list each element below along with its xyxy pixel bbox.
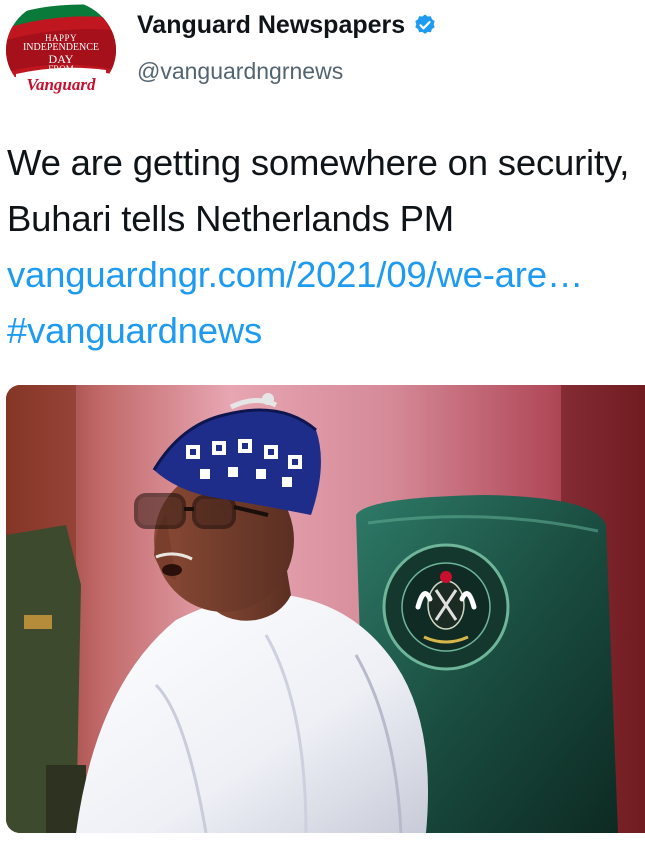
tweet-link[interactable]: vanguardngr.com/2021/09/we-are… <box>7 254 583 295</box>
tweet-photo[interactable] <box>6 385 645 833</box>
tweet-text: We are getting somewhere on security, Bu… <box>7 135 639 359</box>
profile-avatar[interactable]: HAPPY INDEPENDENCE DAY FROM Vanguard <box>6 0 116 100</box>
verified-badge-icon <box>413 13 437 37</box>
tweet-hashtag[interactable]: #vanguardnews <box>7 310 262 351</box>
photo-illustration <box>6 385 645 833</box>
tweet-body-text: We are getting somewhere on security, Bu… <box>7 142 630 239</box>
tweet-card[interactable]: HAPPY INDEPENDENCE DAY FROM Vanguard Van… <box>0 0 645 853</box>
avatar-brand-logo: Vanguard <box>26 75 96 94</box>
author-handle[interactable]: @vanguardngrnews <box>137 58 343 85</box>
author-display-name[interactable]: Vanguard Newspapers <box>137 11 405 40</box>
avatar-text-from: FROM <box>48 64 74 74</box>
author-name-row: Vanguard Newspapers <box>137 8 437 42</box>
